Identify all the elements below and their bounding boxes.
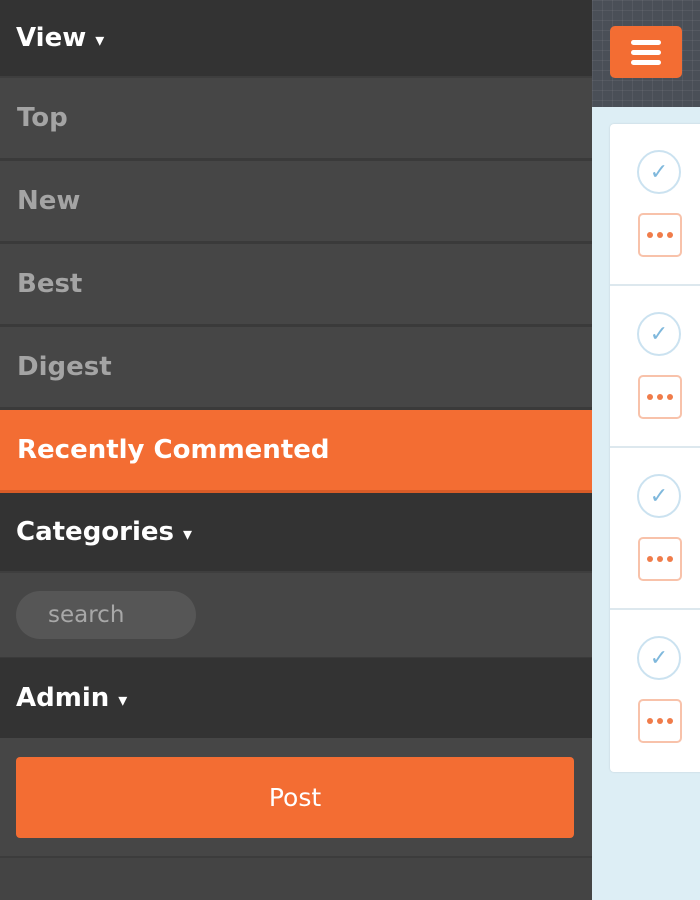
post-card: ✓ bbox=[610, 610, 700, 772]
more-dots-icon[interactable] bbox=[638, 375, 682, 419]
admin-menu-header[interactable]: Admin ▾ bbox=[0, 658, 592, 738]
post-card: ✓ bbox=[610, 286, 700, 448]
caret-down-icon: ▾ bbox=[95, 29, 105, 51]
caret-down-icon: ▾ bbox=[183, 523, 193, 545]
categories-menu-header[interactable]: Categories ▾ bbox=[0, 493, 592, 573]
nav-item-digest[interactable]: Digest bbox=[0, 327, 592, 410]
hamburger-menu-icon bbox=[631, 59, 661, 65]
nav-item-best[interactable]: Best bbox=[0, 244, 592, 327]
sidebar-footer bbox=[0, 858, 592, 898]
view-menu-label: View bbox=[16, 23, 87, 53]
nav-item-label: Best bbox=[17, 269, 83, 299]
post-button-row: Post bbox=[0, 738, 592, 858]
nav-item-label: Digest bbox=[17, 352, 112, 382]
sidebar: View ▾ Top New Best Digest Recently Comm… bbox=[0, 0, 592, 900]
caret-down-icon: ▾ bbox=[118, 689, 128, 711]
top-bar bbox=[592, 0, 700, 107]
nav-item-label: Top bbox=[17, 103, 68, 133]
post-card: ✓ bbox=[610, 448, 700, 610]
check-icon[interactable]: ✓ bbox=[637, 150, 681, 194]
more-dots-icon[interactable] bbox=[638, 699, 682, 743]
more-dots-icon[interactable] bbox=[638, 537, 682, 581]
hamburger-menu-icon bbox=[631, 49, 661, 55]
check-icon[interactable]: ✓ bbox=[637, 636, 681, 680]
nav-item-label: Recently Commented bbox=[17, 435, 330, 465]
post-card: ✓ bbox=[610, 124, 700, 286]
admin-menu-label: Admin bbox=[16, 683, 110, 713]
check-icon[interactable]: ✓ bbox=[637, 312, 681, 356]
categories-menu-label: Categories bbox=[16, 517, 175, 547]
search-input[interactable] bbox=[16, 591, 196, 639]
hamburger-menu-icon bbox=[631, 39, 661, 45]
nav-item-recently-commented[interactable]: Recently Commented bbox=[0, 410, 592, 493]
check-icon[interactable]: ✓ bbox=[637, 474, 681, 518]
nav-item-new[interactable]: New bbox=[0, 161, 592, 244]
nav-item-label: New bbox=[17, 186, 81, 216]
hamburger-menu-button[interactable] bbox=[610, 26, 682, 78]
post-button[interactable]: Post bbox=[16, 757, 574, 838]
view-menu-header[interactable]: View ▾ bbox=[0, 0, 592, 78]
app-page: View ▾ Top New Best Digest Recently Comm… bbox=[0, 0, 700, 900]
more-dots-icon[interactable] bbox=[638, 213, 682, 257]
search-row bbox=[0, 573, 592, 658]
main-content: ✓ ✓ ✓ ✓ bbox=[592, 0, 700, 900]
nav-item-top[interactable]: Top bbox=[0, 78, 592, 161]
posts-list: ✓ ✓ ✓ ✓ bbox=[610, 124, 700, 772]
